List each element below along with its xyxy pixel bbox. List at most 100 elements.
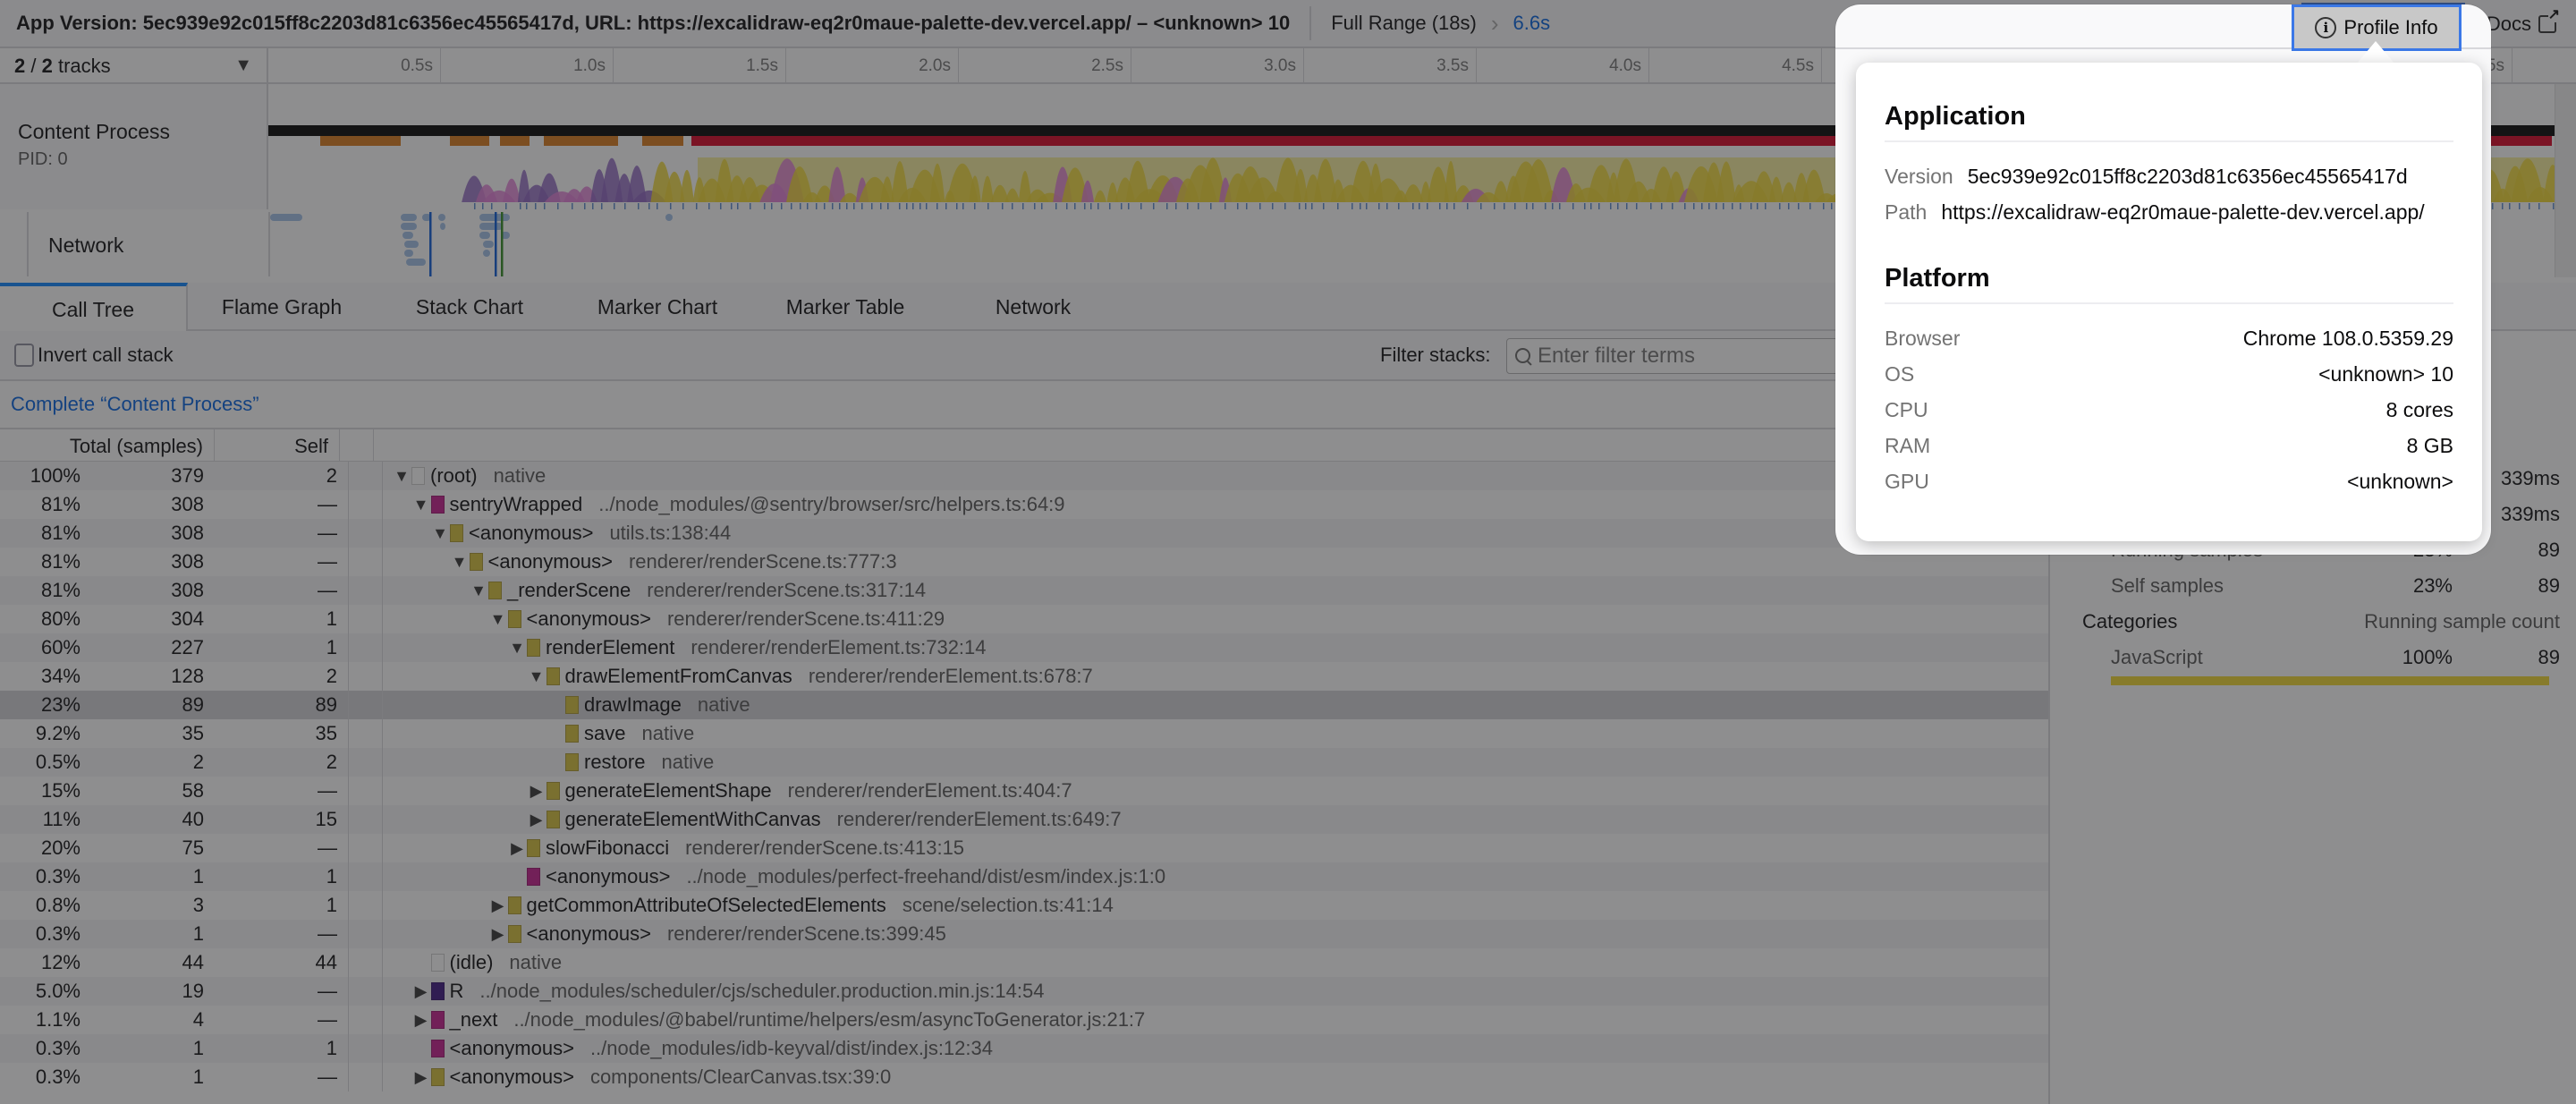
marker-segment	[500, 136, 530, 146]
browser-label: Browser	[1885, 326, 1961, 350]
sample-tick	[1453, 203, 1455, 209]
path-label: Path	[1885, 200, 1928, 224]
sample-tick	[557, 203, 559, 209]
invert-call-stack-label[interactable]: Invert call stack	[38, 344, 174, 367]
table-row[interactable]: 0.5%22▶restorenative	[0, 748, 2048, 777]
invert-call-stack-checkbox[interactable]	[14, 344, 34, 367]
collapsed-triangle-icon[interactable]: ▶	[527, 782, 547, 801]
expanded-triangle-icon[interactable]: ▼	[450, 553, 470, 572]
time-tick: 2.5s	[959, 48, 1131, 84]
collapsed-triangle-icon[interactable]: ▶	[411, 1068, 431, 1087]
total-percent: 0.3%	[35, 865, 80, 887]
expanded-triangle-icon[interactable]: ▼	[411, 496, 431, 514]
function-name: R	[449, 980, 464, 1002]
table-row[interactable]: 0.8% 3 1 ▶ getCommonAttributeOfSelectedEleme…	[0, 891, 2048, 920]
tab-call-tree[interactable]: Call Tree	[0, 283, 188, 333]
function-name: <anonymous>	[469, 522, 594, 544]
total-samples: 308	[171, 579, 204, 601]
category-bar-fill	[2111, 676, 2549, 685]
table-row[interactable]: 9.2%3535▶savenative	[0, 719, 2048, 748]
collapsed-triangle-icon[interactable]: ▶	[411, 1011, 431, 1030]
column-spacer	[349, 576, 383, 605]
expanded-triangle-icon[interactable]: ▼	[430, 524, 450, 543]
network-nav-line	[495, 212, 497, 276]
self-samples: 1	[215, 891, 349, 920]
total-percent: 0.3%	[35, 1066, 80, 1088]
expanded-triangle-icon[interactable]: ▼	[392, 467, 411, 486]
gpu-label: GPU	[1885, 469, 1929, 493]
expanded-triangle-icon[interactable]: ▼	[488, 610, 508, 629]
self-samples: 1	[215, 633, 349, 662]
time-tick: 2.0s	[786, 48, 959, 84]
tab-marker-chart[interactable]: Marker Chart	[564, 283, 751, 331]
track-label[interactable]: Content Process PID: 0	[0, 84, 268, 209]
collapsed-triangle-icon[interactable]: ▶	[507, 839, 527, 858]
table-row[interactable]: 80% 304 1 ▼ <anonymous> renderer/renderScene.…	[0, 605, 2048, 633]
function-name: getCommonAttributeOfSelectedElements	[526, 894, 886, 916]
sample-tick	[1041, 203, 1043, 209]
sample-tick	[648, 203, 650, 209]
table-row[interactable]: 20% 75 — ▶ slowFibonacci renderer/renderScene…	[0, 834, 2048, 862]
table-row[interactable]: 81% 308 — ▼ <anonymous> renderer/renderScene.…	[0, 548, 2048, 576]
function-origin: renderer/renderScene.ts:413:15	[685, 836, 965, 859]
table-row[interactable]: 1.1% 4 — ▶ _next ../node_modules/@babel/runti…	[0, 1006, 2048, 1034]
expanded-triangle-icon[interactable]: ▼	[507, 639, 527, 658]
cpu-graph-peak	[503, 178, 521, 202]
table-row[interactable]: 0.3% 1 — ▶ <anonymous> components/ClearCanvas…	[0, 1063, 2048, 1091]
table-row[interactable]: 12%4444▶(idle)native	[0, 948, 2048, 977]
call-node: ▶drawImagenative	[383, 693, 750, 717]
sample-tick	[1693, 203, 1695, 209]
sample-tick	[1259, 203, 1261, 209]
table-row[interactable]: 5.0% 19 — ▶ R ../node_modules/scheduler/cjs/s…	[0, 977, 2048, 1006]
expanded-triangle-icon[interactable]: ▼	[527, 667, 547, 686]
sample-tick	[482, 203, 484, 209]
table-row[interactable]: 60% 227 1 ▼ renderElement renderer/renderElem…	[0, 633, 2048, 662]
tab-flame-graph[interactable]: Flame Graph	[188, 283, 376, 331]
self-time-value: 339ms	[2500, 503, 2560, 525]
categories-header: Categories Running sample count	[2082, 610, 2560, 633]
table-row[interactable]: 34% 128 2 ▼ drawElementFromCanvas renderer/re…	[0, 662, 2048, 691]
transform-item-complete[interactable]: Complete “Content Process”	[11, 393, 259, 416]
category-swatch-icon	[565, 725, 579, 743]
table-row[interactable]: 11% 40 15 ▶ generateElementWithCanvas rendere…	[0, 805, 2048, 834]
self-samples: 15	[215, 805, 349, 834]
table-row[interactable]: 81% 308 — ▼ _renderScene renderer/renderScene…	[0, 576, 2048, 605]
function-origin: native	[697, 693, 750, 716]
table-row[interactable]: 15% 58 — ▶ generateElementShape renderer/rend…	[0, 777, 2048, 805]
marker-segment	[544, 136, 618, 146]
sample-tick	[926, 203, 928, 209]
table-row[interactable]: 0.3% 11 ▶<anonymous>../node_modules/perfec…	[0, 862, 2048, 891]
table-row[interactable]: 100% 379 2 ▼ (root) native	[0, 462, 2048, 490]
sample-tick	[1284, 203, 1286, 209]
timeline-scrollbar[interactable]	[2555, 84, 2576, 277]
sample-tick	[544, 203, 546, 209]
table-row[interactable]: 0.3% 11 ▶<anonymous>../node_modules/idb-ke…	[0, 1034, 2048, 1063]
track-count-button[interactable]: 2 / 2 tracks ▼	[0, 48, 268, 84]
table-row[interactable]: 23%8989▶drawImagenative	[0, 691, 2048, 719]
track-label[interactable]: Network	[29, 212, 270, 276]
profile-meta-label[interactable]: App Version: 5ec939e92c015ff8c2203d81c63…	[0, 12, 1290, 35]
sample-tick	[1012, 203, 1013, 209]
network-request	[483, 241, 494, 248]
total-percent: 80%	[40, 607, 80, 630]
table-row[interactable]: 81% 308 — ▼ sentryWrapped ../node_modules/@se…	[0, 490, 2048, 519]
profile-info-label: Profile Info	[2343, 16, 2438, 38]
collapsed-triangle-icon[interactable]: ▶	[488, 925, 508, 944]
table-row[interactable]: 0.3% 1 — ▶ <anonymous> renderer/renderScene.t…	[0, 920, 2048, 948]
tab-marker-table[interactable]: Marker Table	[751, 283, 939, 331]
collapsed-triangle-icon[interactable]: ▶	[411, 982, 431, 1001]
column-spacer	[349, 920, 383, 948]
cpu-graph-peak	[680, 169, 694, 202]
total-percent: 23%	[40, 693, 80, 716]
breadcrumb-full-range[interactable]: Full Range (18s)	[1331, 12, 1477, 35]
table-row[interactable]: 81% 308 — ▼ <anonymous> utils.ts:138:44	[0, 519, 2048, 548]
call-node: ▶restorenative	[383, 751, 714, 774]
tab-stack-chart[interactable]: Stack Chart	[376, 283, 564, 331]
expanded-triangle-icon[interactable]: ▼	[469, 582, 488, 600]
collapsed-triangle-icon[interactable]: ▶	[527, 811, 547, 829]
breadcrumb-current-range[interactable]: 6.6s	[1513, 12, 1551, 35]
sample-tick	[771, 203, 773, 209]
tab-network[interactable]: Network	[939, 283, 1127, 331]
collapsed-triangle-icon[interactable]: ▶	[488, 896, 508, 915]
sample-tick	[1175, 203, 1177, 209]
